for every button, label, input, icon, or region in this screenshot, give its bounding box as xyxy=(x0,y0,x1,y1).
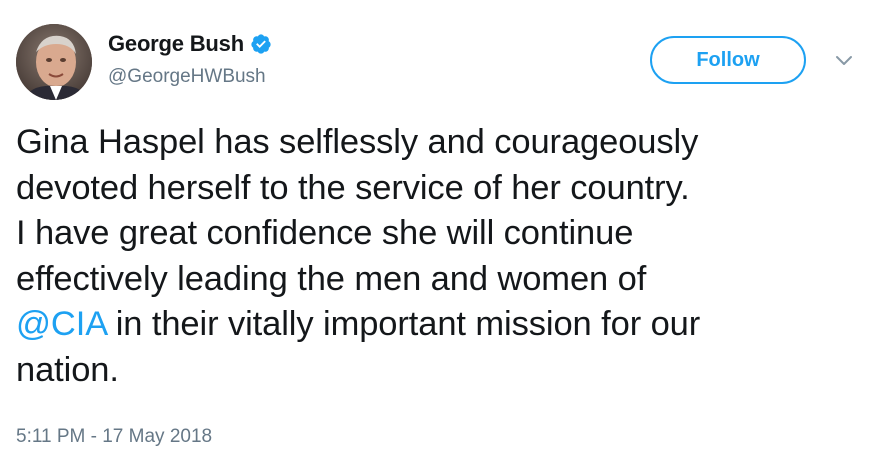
timestamp[interactable]: 5:11 PM - 17 May 2018 xyxy=(16,426,212,448)
tweet-text: Gina Haspel has selflessly and courageou… xyxy=(16,120,876,393)
tweet-line: effectively leading the men and women of xyxy=(16,259,647,298)
tweet-line: Gina Haspel has selflessly and courageou… xyxy=(16,123,699,161)
verified-badge-icon xyxy=(250,33,272,55)
profile-photo-icon xyxy=(16,24,92,100)
tweet-line-rest: in their vitally important mission for o… xyxy=(106,305,701,343)
avatar[interactable] xyxy=(16,24,92,100)
follow-button[interactable]: Follow xyxy=(650,36,806,84)
tweet-line: devoted herself to the service of her co… xyxy=(16,168,690,207)
tweet-line: I have great confidence she will continu… xyxy=(16,214,634,252)
tweet-line: nation. xyxy=(16,350,119,389)
cia-mention-link[interactable]: @CIA xyxy=(16,305,106,343)
author-block: George Bush @GeorgeHWBush xyxy=(108,30,272,88)
display-name[interactable]: George Bush xyxy=(108,31,244,57)
user-handle[interactable]: @GeorgeHWBush xyxy=(108,66,272,88)
chevron-down-icon[interactable] xyxy=(834,54,854,68)
tweet-card: George Bush @GeorgeHWBush Follow Gina Ha… xyxy=(0,0,892,468)
name-row: George Bush xyxy=(108,30,272,58)
tweet-line: @CIA in their vitally important mission … xyxy=(16,302,876,348)
